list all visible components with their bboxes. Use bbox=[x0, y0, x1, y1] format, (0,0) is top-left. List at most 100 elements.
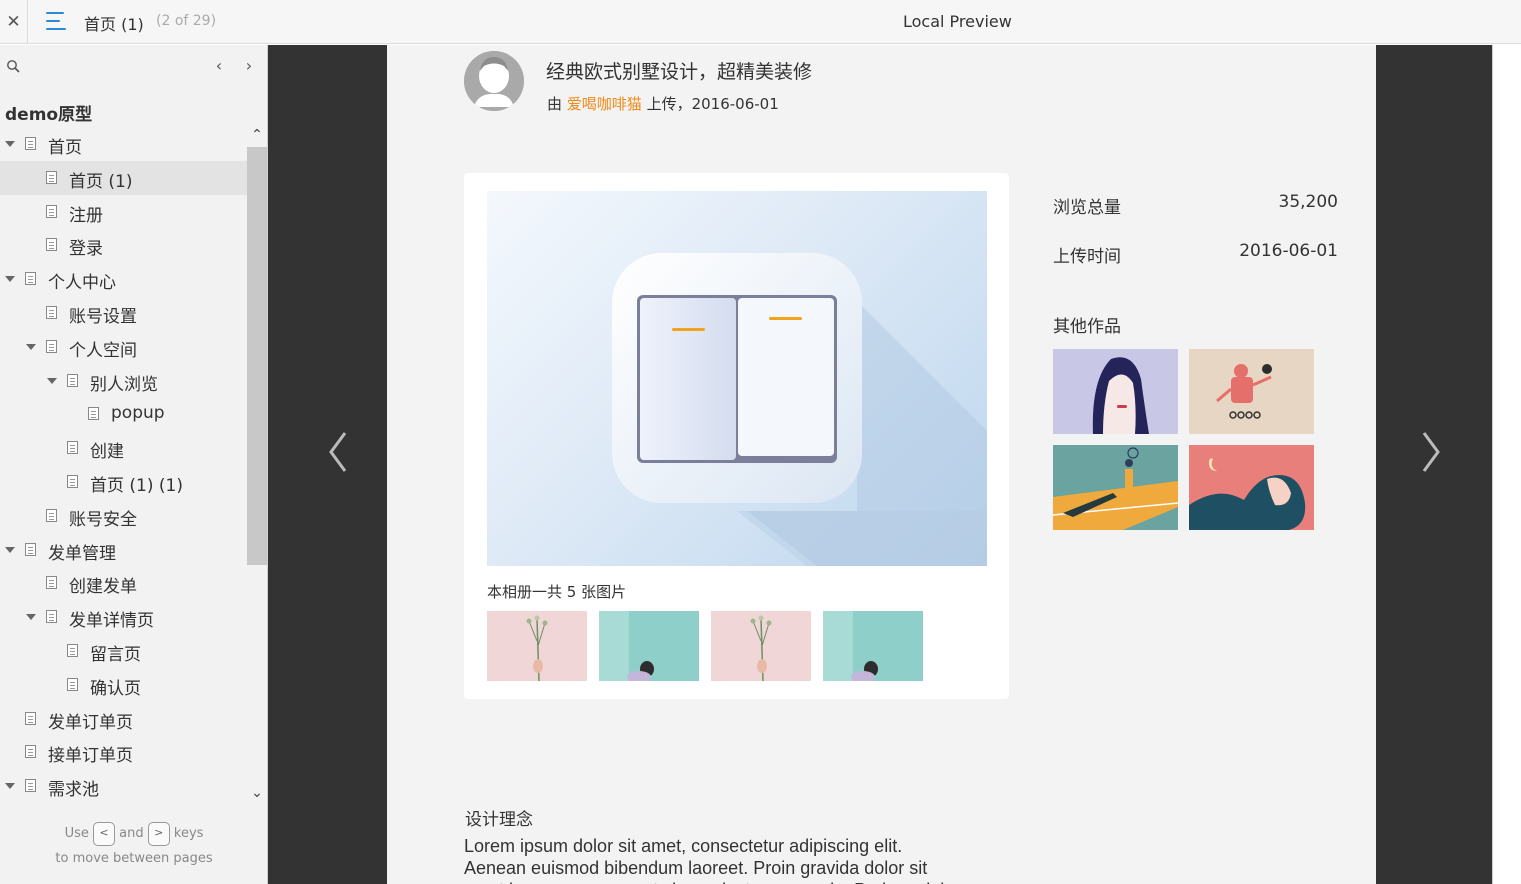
tree-item[interactable]: 个人中心 bbox=[0, 262, 247, 296]
tree-item-label: 发单详情页 bbox=[69, 611, 154, 632]
other-work-tennis[interactable] bbox=[1053, 445, 1178, 530]
thumbnail-girl-2[interactable] bbox=[823, 611, 923, 681]
tree-item-label: 注册 bbox=[69, 205, 103, 226]
stat-label: 上传时间 bbox=[1053, 247, 1121, 267]
tree-item[interactable]: 创建 bbox=[0, 431, 247, 465]
tree-item-label: 别人浏览 bbox=[90, 374, 158, 395]
page-icon bbox=[67, 373, 78, 387]
thumbnail-strip bbox=[487, 611, 923, 681]
preview-title: Local Preview bbox=[903, 12, 1012, 31]
search-icon[interactable] bbox=[6, 59, 22, 75]
page-icon bbox=[46, 339, 57, 353]
tree-item-label: 确认页 bbox=[90, 678, 141, 699]
tree-item-label: 个人空间 bbox=[69, 340, 137, 361]
main-image[interactable] bbox=[487, 191, 987, 566]
page-icon bbox=[25, 272, 36, 286]
tennis-image bbox=[1053, 445, 1178, 530]
tree-item[interactable]: 账号设置 bbox=[0, 296, 247, 330]
tree-item-label: 发单管理 bbox=[48, 543, 116, 564]
other-work-moon-girl[interactable] bbox=[1189, 445, 1314, 530]
tree-item-label: 留言页 bbox=[90, 644, 141, 665]
tree-item[interactable]: 留言页 bbox=[0, 634, 247, 668]
page-icon bbox=[25, 542, 36, 556]
stat-value: 35,200 bbox=[1278, 192, 1338, 212]
other-work-portrait[interactable] bbox=[1053, 349, 1178, 434]
page-icon bbox=[46, 508, 57, 522]
scrollbar-thumb[interactable] bbox=[247, 147, 267, 565]
page-icon bbox=[25, 711, 36, 725]
next-page-button[interactable]: › bbox=[241, 56, 257, 76]
prev-slide-arrow-icon[interactable] bbox=[325, 427, 353, 477]
upload-info: 由 爱喝咖啡猫 上传，2016-06-01 bbox=[547, 93, 779, 114]
page-icon bbox=[25, 779, 36, 793]
tree-item[interactable]: 个人空间 bbox=[0, 330, 247, 364]
tree-item[interactable]: 别人浏览 bbox=[0, 364, 247, 398]
page-icon bbox=[25, 137, 36, 150]
flower-hand-image bbox=[750, 615, 772, 681]
tree-item-label: 创建 bbox=[90, 442, 124, 463]
expand-toggle-icon[interactable] bbox=[26, 343, 36, 350]
stat-value: 2016-06-01 bbox=[1239, 241, 1338, 261]
tree-item-label: 接单订单页 bbox=[48, 746, 133, 767]
tree-item[interactable]: 确认页 bbox=[0, 668, 247, 702]
tree-item[interactable]: 首页 bbox=[0, 127, 247, 161]
right-panel-edge bbox=[1492, 45, 1521, 884]
thumbnail-flowers-2[interactable] bbox=[711, 611, 811, 681]
tree-item[interactable]: 发单订单页 bbox=[0, 702, 247, 736]
author-link[interactable]: 爱喝咖啡猫 bbox=[567, 95, 642, 113]
tree-item-label: 首页 (1) bbox=[69, 171, 133, 192]
tree-item[interactable]: 登录 bbox=[0, 228, 247, 262]
tree-item-label: 需求池 bbox=[48, 780, 99, 801]
light-switch-illustration bbox=[612, 253, 987, 566]
close-icon[interactable]: ✕ bbox=[0, 0, 28, 44]
sitemap-toggle-icon[interactable] bbox=[44, 12, 68, 32]
page-icon bbox=[46, 576, 57, 590]
thumbnail-girl-1[interactable] bbox=[599, 611, 699, 681]
tree-item[interactable]: popup bbox=[0, 397, 247, 431]
page-tree: 首页首页 (1) 注册 登录 个人中心账号设置个人空间别人浏览 popup 创建 首页 (1… bbox=[0, 127, 247, 803]
expand-toggle-icon[interactable] bbox=[5, 783, 15, 790]
hint-keys: keys bbox=[173, 826, 204, 841]
tree-item[interactable]: 首页 (1) (1) bbox=[0, 465, 247, 499]
scroll-down-icon[interactable]: ⌄ bbox=[251, 786, 263, 800]
thumbnail-flowers-1[interactable] bbox=[487, 611, 587, 681]
scroll-up-icon[interactable]: ⌃ bbox=[251, 128, 263, 142]
moon-girl-image bbox=[1189, 445, 1314, 530]
page-icon bbox=[67, 643, 78, 657]
expand-toggle-icon[interactable] bbox=[5, 546, 15, 553]
tree-item[interactable]: 发单详情页 bbox=[0, 600, 247, 634]
stat-label: 浏览总量 bbox=[1053, 198, 1121, 218]
prev-page-button[interactable]: ‹ bbox=[211, 56, 227, 76]
tree-item[interactable]: 注册 bbox=[0, 195, 247, 229]
tree-item-label: popup bbox=[111, 403, 165, 424]
tree-item[interactable]: 接单订单页 bbox=[0, 735, 247, 769]
design-concept-text: Lorem ipsum dolor sit amet, consectetur … bbox=[464, 836, 963, 884]
next-slide-arrow-icon[interactable] bbox=[1416, 427, 1444, 477]
tree-item-label: 账号设置 bbox=[69, 306, 137, 327]
tree-item[interactable]: 创建发单 bbox=[0, 566, 247, 600]
other-work-robot[interactable] bbox=[1189, 349, 1314, 434]
expand-toggle-icon[interactable] bbox=[5, 141, 15, 147]
flower-hand-image bbox=[526, 615, 548, 681]
tree-item[interactable]: 首页 (1) bbox=[0, 160, 247, 195]
album-card: 本相册一共 5 张图片 bbox=[464, 173, 1009, 699]
stat-upload-time: 上传时间 2016-06-01 bbox=[1053, 239, 1338, 288]
expand-toggle-icon[interactable] bbox=[26, 614, 36, 621]
sitemap-scrollbar[interactable]: ⌃ ⌄ bbox=[247, 127, 267, 800]
expand-toggle-icon[interactable] bbox=[5, 276, 15, 283]
tree-item[interactable]: 发单管理 bbox=[0, 533, 247, 567]
page-counter: (2 of 29) bbox=[156, 13, 217, 29]
tree-item[interactable]: 需求池 bbox=[0, 769, 247, 803]
sitemap-panel: ‹ › demo原型 首页首页 (1) 注册 登录 个人中心账号设置个人空间别人浏览 p… bbox=[0, 45, 268, 884]
avatar[interactable] bbox=[464, 51, 524, 111]
user-silhouette-icon bbox=[464, 51, 524, 111]
project-name: demo原型 bbox=[5, 105, 93, 125]
expand-toggle-icon[interactable] bbox=[47, 377, 57, 384]
stat-views: 浏览总量 35,200 bbox=[1053, 190, 1338, 239]
other-works-grid bbox=[1053, 349, 1318, 530]
portrait-image bbox=[1053, 349, 1178, 434]
page-icon bbox=[46, 204, 57, 218]
page-icon bbox=[46, 170, 57, 184]
tree-item[interactable]: 账号安全 bbox=[0, 499, 247, 533]
hint-use: Use bbox=[64, 826, 89, 841]
